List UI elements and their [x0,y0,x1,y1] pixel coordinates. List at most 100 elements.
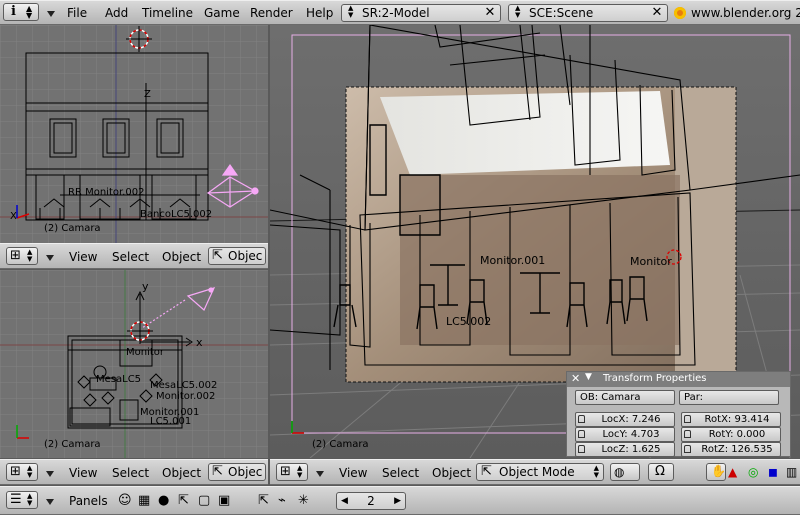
menu-render[interactable]: Render [250,6,293,20]
rot-z-field[interactable]: RotZ: 126.535 [681,442,781,457]
panel-header[interactable]: ✕ ▼ Transform Properties [567,372,790,387]
scene-context-icon[interactable]: ▣ [218,493,230,508]
increment-arrow-icon[interactable]: ▶ [394,493,401,509]
mode-selector[interactable]: ⇱ Objec [208,463,266,481]
updown-arrows-icon: ▲ ▼ [26,4,33,20]
front-view-drawing [0,25,268,243]
menu-select[interactable]: Select [112,250,149,264]
menu-view[interactable]: View [339,466,367,480]
manipulator-toggle-button[interactable]: ✋ [706,463,726,481]
menu-object[interactable]: Object [432,466,471,480]
top-view-viewport[interactable]: y x Monitor MesaLC5 MesaLC5.002 Monitor.… [0,270,268,458]
mode-label: Objec [228,249,263,263]
menu-select[interactable]: Select [112,466,149,480]
frame-number-field[interactable]: ◀ 2 ▶ [336,492,406,510]
object-mode-icon: ⇱ [212,464,223,479]
loc-z-field[interactable]: LocZ: 1.625 [575,442,675,457]
menu-add[interactable]: Add [105,6,128,20]
translate-icon[interactable]: ▲ [728,465,737,479]
info-icon: i [11,4,16,19]
scene-name: SCE:Scene [529,6,594,20]
editor-type-button[interactable]: ⊞ ▲ ▼ [276,463,308,481]
rotate-icon[interactable]: ◎ [748,465,758,479]
close-screen-icon[interactable]: ✕ [482,6,498,20]
front-view-axis-x: X [10,211,17,222]
object-subcontext-icon[interactable]: ⇱ [258,493,269,508]
decrement-arrow-icon[interactable]: ◀ [341,493,348,509]
loc-y-field[interactable]: LocY: 4.703 [575,427,675,442]
draw-type-button[interactable]: ◍ [610,463,640,481]
object-mode-icon: ⇱ [212,248,223,263]
mode-label: Object Mode [499,465,575,479]
front-view-viewport[interactable]: Z X RR Monitor.002 BancoLC5.002 (2) Cama… [0,25,268,243]
updown-arrows-icon: ▲ ▼ [27,492,33,507]
lock-icon[interactable] [684,430,691,438]
top-menu-bar: i ▲ ▼ File Add Timeline Game Render Help … [0,0,800,25]
collapse-panel-icon[interactable]: ▼ [585,372,592,382]
shading-context-icon[interactable]: ● [158,493,169,508]
camera-view-camera-label: (2) Camara [312,439,369,450]
menu-view[interactable]: View [69,250,97,264]
lock-icon[interactable] [684,445,691,453]
rot-x-field[interactable]: RotX: 93.414 [681,412,781,427]
rot-y-value: RotY: 0.000 [708,429,766,440]
editing-context-icon[interactable]: ▢ [198,493,210,508]
editor-type-button[interactable]: ☰ ▲ ▼ [6,491,38,509]
layer-icon[interactable]: ▥ [786,465,797,479]
collapse-triangle-icon[interactable] [46,499,54,505]
grid-icon: ⊞ [280,464,291,479]
buttons-window-header: ☰ ▲ ▼ Panels ☺ ▦ ● ⇱ ▢ ▣ ⇱ ⌁ ✳ ◀ 2 ▶ [0,486,800,515]
collapse-triangle-icon[interactable] [46,255,54,261]
top-view-object-label: Monitor [126,347,165,358]
loc-x-field[interactable]: LocX: 7.246 [575,412,675,427]
scene-selector[interactable]: ▲ ▼ SCE:Scene ✕ [508,4,668,22]
info-window-type-button[interactable]: i ▲ ▼ [3,3,39,21]
lock-icon[interactable] [578,445,585,453]
front-view-object-label: BancoLC5.002 [140,209,213,220]
menu-view[interactable]: View [69,466,97,480]
updown-arrows-icon: ▲ ▼ [515,4,521,19]
panels-menu[interactable]: Panels [69,494,108,508]
sphere-icon: ◍ [614,465,625,479]
mode-selector[interactable]: ⇱ Objec [208,247,266,265]
collapse-triangle-icon[interactable] [46,471,54,477]
grid-icon: ⊞ [10,464,21,479]
pivot-button[interactable]: Ω [648,463,674,481]
menu-object[interactable]: Object [162,250,201,264]
object-mode-icon: ⇱ [481,464,492,479]
particles-subcontext-icon[interactable]: ✳ [298,493,309,508]
script-context-icon[interactable]: ▦ [138,493,150,508]
object-name-field[interactable]: OB: Camara [575,390,675,405]
menu-help[interactable]: Help [306,6,333,20]
screen-selector[interactable]: ▲ ▼ SR:2-Model ✕ [341,4,501,22]
parent-field[interactable]: Par: [679,390,779,405]
lock-icon[interactable] [684,415,691,423]
collapse-triangle-icon[interactable] [316,471,324,477]
menu-select[interactable]: Select [382,466,419,480]
mode-selector[interactable]: ⇱ Object Mode ▲ ▼ [476,463,604,481]
updown-arrows-icon: ▲ ▼ [348,4,354,19]
menu-object[interactable]: Object [162,466,201,480]
menu-game[interactable]: Game [204,6,240,20]
lock-icon[interactable] [578,430,585,438]
close-scene-icon[interactable]: ✕ [649,6,665,20]
panel-title: Transform Properties [603,373,707,384]
menu-file[interactable]: File [67,6,87,20]
scale-icon[interactable]: ◼ [768,465,778,479]
object-context-icon[interactable]: ⇱ [178,493,189,508]
menu-timeline[interactable]: Timeline [142,6,193,20]
blender-logo-icon [674,7,686,19]
top-view-camera-label: (2) Camara [44,439,101,450]
editor-type-button[interactable]: ⊞ ▲ ▼ [6,247,38,265]
logic-context-icon[interactable]: ☺ [118,493,132,508]
top-view-object-label: Monitor.002 [156,391,216,402]
frame-number: 2 [367,494,375,508]
close-panel-icon[interactable]: ✕ [571,372,580,385]
editor-type-button[interactable]: ⊞ ▲ ▼ [6,463,38,481]
top-view-object-label: LC5.001 [150,416,192,427]
updown-arrows-icon: ▲ ▼ [27,248,33,263]
physics-subcontext-icon[interactable]: ⌁ [278,493,286,508]
collapse-triangle-icon[interactable] [47,11,55,17]
rot-y-field[interactable]: RotY: 0.000 [681,427,781,442]
lock-icon[interactable] [578,415,585,423]
